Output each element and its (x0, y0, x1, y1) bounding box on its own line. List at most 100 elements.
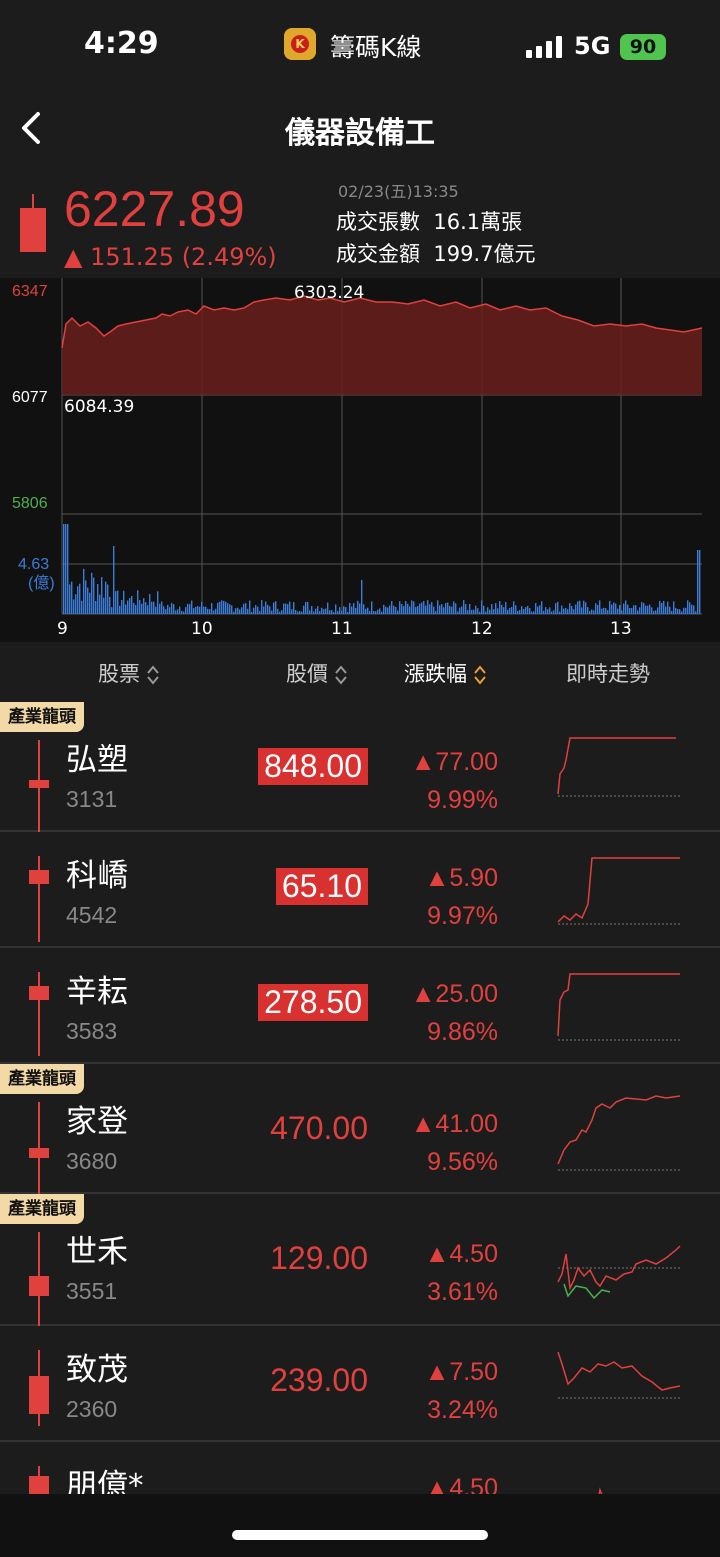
volume-bar (99, 594, 101, 614)
volume-bar (695, 611, 697, 614)
volume-bar (171, 602, 173, 614)
status-time: 4:29 (84, 26, 159, 61)
volume-bar (615, 603, 617, 614)
volume-bar (547, 609, 549, 614)
stock-change: ▲7.50 (424, 1358, 498, 1386)
volume-bar (313, 611, 315, 614)
volume-bar (291, 609, 293, 614)
volume-bar (503, 607, 505, 614)
volume-bar (129, 598, 131, 614)
volume-bar (415, 607, 417, 614)
x-tick-10: 10 (191, 619, 213, 639)
home-indicator[interactable] (232, 1530, 488, 1540)
volume-bar (329, 610, 331, 614)
sparkline (557, 973, 682, 1041)
volume-bar (509, 607, 511, 614)
volume-bar (677, 609, 679, 614)
industry-leader-badge: 產業龍頭 (0, 1194, 84, 1224)
volume-bar (353, 603, 355, 614)
volume-bar (567, 609, 569, 614)
volume-bar (253, 607, 255, 614)
volume-value: 16.1萬張 (433, 210, 523, 234)
app-name: 籌碼K線 (330, 33, 422, 62)
stock-change: ▲41.00 (410, 1110, 498, 1138)
volume-bar (493, 609, 495, 614)
app-logo-icon: K (284, 28, 316, 60)
volume-bar (211, 603, 213, 614)
volume-bar (159, 603, 161, 614)
volume-bar (463, 600, 465, 614)
page-title: 儀器設備工 (285, 116, 435, 151)
stock-change: ▲25.00 (410, 980, 498, 1008)
volume-bar (185, 607, 187, 614)
stock-row[interactable]: 辛耘 3583 278.50 ▲25.00 9.86% (0, 948, 720, 1064)
volume-bar (223, 600, 225, 614)
candle-icon (29, 1102, 49, 1206)
volume-bar (495, 603, 497, 614)
volume-bar (471, 609, 473, 614)
header-change-sort[interactable]: 漲跌幅 (404, 658, 487, 688)
volume-bar (249, 600, 251, 614)
volume-bar (585, 602, 587, 614)
stock-code: 3680 (66, 1148, 118, 1174)
stock-price: 278.50 (258, 984, 368, 1021)
volume-bar (505, 602, 507, 614)
volume-bar (95, 600, 97, 614)
volume-bar (579, 600, 581, 614)
volume-bar (101, 577, 103, 614)
volume-bar (559, 611, 561, 614)
volume-bar (639, 607, 641, 614)
volume-bar (233, 611, 235, 614)
amount-value: 199.7億元 (433, 242, 536, 266)
volume-bar (487, 607, 489, 614)
volume-bar (259, 610, 261, 614)
stock-row[interactable]: 科嶠 4542 65.10 ▲5.90 9.97% (0, 832, 720, 948)
volume-bar (469, 603, 471, 614)
volume-bar (333, 611, 335, 614)
sort-active-icon (474, 665, 486, 685)
volume-bar (169, 607, 171, 614)
volume-bar (525, 607, 527, 614)
volume-bar (117, 590, 119, 614)
volume-bar (105, 581, 107, 614)
stock-change: ▲5.90 (424, 864, 498, 892)
stock-row[interactable]: 產業龍頭 家登 3680 470.00 ▲41.00 9.56% (0, 1064, 720, 1206)
volume-bar (175, 610, 177, 614)
stock-change-percent: 9.99% (427, 786, 498, 814)
volume-bar (321, 607, 323, 614)
volume-bar (311, 606, 313, 614)
volume-bar (181, 610, 183, 614)
stock-row[interactable]: 致茂 2360 239.00 ▲7.50 3.24% (0, 1326, 720, 1442)
volume-bar (441, 604, 443, 614)
volume-bar (429, 604, 431, 614)
stock-row[interactable]: 產業龍頭 世禾 3551 129.00 ▲4.50 3.61% (0, 1194, 720, 1330)
volume-bar (409, 606, 411, 614)
volume-bar (81, 600, 83, 614)
header-trend: 即時走勢 (566, 662, 650, 686)
sort-icon (335, 665, 347, 685)
volume-bar (109, 596, 111, 614)
volume-bar (521, 606, 523, 614)
volume-bar (165, 609, 167, 614)
volume-bar (113, 546, 115, 614)
stock-row[interactable]: 產業龍頭 弘塑 3131 848.00 ▲77.00 9.99% (0, 702, 720, 838)
volume-bar (591, 609, 593, 614)
stock-change-percent: 3.24% (427, 1396, 498, 1424)
volume-bar (417, 606, 419, 614)
amount-row: 成交金額 199.7億元 (336, 238, 535, 268)
volume-bar (161, 601, 163, 614)
volume-bar (63, 524, 65, 614)
volume-bar (91, 572, 93, 614)
volume-bar (411, 600, 413, 614)
intraday-chart[interactable]: 6347 6077 5806 6303.24 6084.39 4.63 (億) … (0, 278, 720, 642)
volume-bar (275, 601, 277, 614)
volume-bar (699, 550, 701, 614)
candle-icon (29, 1350, 49, 1426)
volume-bar (649, 604, 651, 614)
header-price-sort[interactable]: 股價 (286, 658, 348, 688)
volume-bar (399, 601, 401, 614)
volume-bar (431, 602, 433, 614)
volume-bar (443, 607, 445, 614)
volume-bar (657, 607, 659, 614)
header-stock-sort[interactable]: 股票 (98, 658, 160, 688)
